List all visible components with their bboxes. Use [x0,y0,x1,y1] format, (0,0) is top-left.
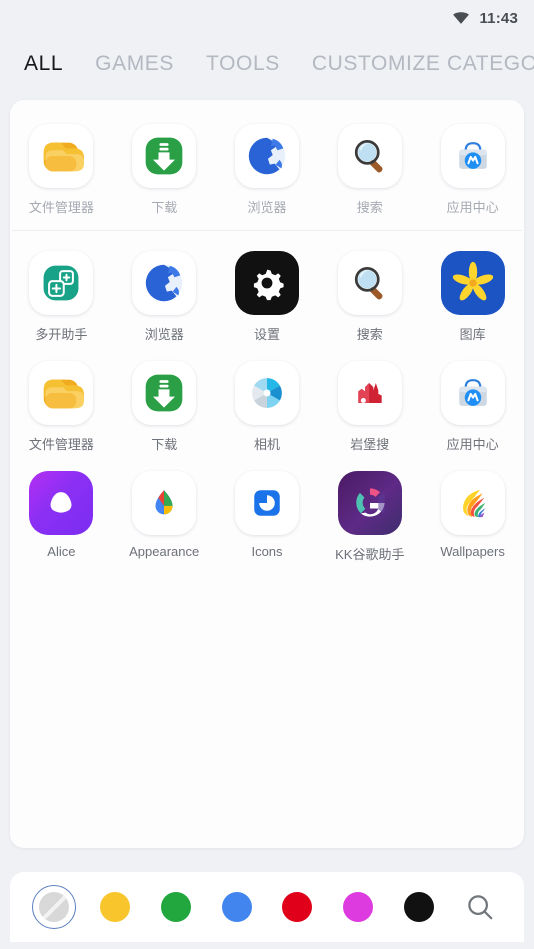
color-swatch-yellow[interactable] [93,885,137,929]
app-label: Alice [47,544,76,559]
app-grid-row: 文件管理器 下载 相机 岩堡搜 应用中心 [10,351,524,461]
tab-games[interactable]: GAMES [95,52,174,76]
color-swatch-red[interactable] [275,885,319,929]
blue-color-indicator [221,892,252,922]
app-drawer-screen: 11:43 ALL GAMES TOOLS CUSTOMIZE CATEGO 文… [0,0,534,949]
app-item-icons[interactable]: Icons [216,461,319,571]
app-label: 文件管理器 [28,200,94,215]
folder-icon [29,124,94,188]
app-grid-row: 多开助手 浏览器 设置 搜索 图库 [10,241,524,351]
app-label: 文件管理器 [28,437,94,452]
app-label: 下载 [151,437,178,452]
app-item-browser-recent[interactable]: 浏览器 [216,114,319,224]
appearance-droplet-icon [132,471,197,535]
castle-icon [337,361,402,425]
app-label: Icons [251,544,283,559]
appstore-bag-icon [440,124,505,188]
magenta-color-indicator [343,892,374,922]
recent-apps-row: 文件管理器 下载 浏览器 搜索 应用中心 [10,100,524,230]
icons-pack-icon [234,471,299,535]
app-label: Appearance [129,544,200,559]
color-swatch-blue[interactable] [215,885,259,929]
tab-tools[interactable]: TOOLS [206,52,280,76]
app-item-search-recent[interactable]: 搜索 [318,114,421,224]
tab-customize-categories[interactable]: CUSTOMIZE CATEGO [312,52,534,76]
status-bar-clock: 11:43 [479,9,518,27]
app-item-download[interactable]: 下载 [113,351,216,461]
app-item-app-center-recent[interactable]: 应用中心 [421,114,524,224]
app-item-download-recent[interactable]: 下载 [113,114,216,224]
app-item-camera[interactable]: 相机 [216,351,319,461]
app-item-gallery[interactable]: 图库 [421,241,524,351]
app-item-yanbaosou[interactable]: 岩堡搜 [318,351,421,461]
tab-all[interactable]: ALL [24,52,63,76]
app-item-alice[interactable]: Alice [10,461,113,571]
black-color-indicator [403,892,434,922]
download-icon [132,124,197,188]
app-label: 多开助手 [35,327,88,342]
app-item-search[interactable]: 搜索 [318,241,421,351]
app-item-appearance[interactable]: Appearance [113,461,216,571]
app-label: 图库 [459,327,486,342]
app-item-file-manager[interactable]: 文件管理器 [10,351,113,461]
app-label: 相机 [253,437,280,452]
app-item-file-manager-recent[interactable]: 文件管理器 [10,114,113,224]
app-item-settings[interactable]: 设置 [216,241,319,351]
app-grid: 多开助手 浏览器 设置 搜索 图库 文件管理器 下载 相机 岩堡搜 应用中心 A… [10,231,524,571]
color-filter-bar [10,872,524,942]
globe-icon [132,251,197,315]
app-item-wallpapers[interactable]: Wallpapers [421,461,524,571]
app-item-kk-google-helper[interactable]: KK谷歌助手 [318,461,421,571]
gallery-flower-icon [440,251,505,315]
green-color-indicator [160,892,191,922]
wifi-icon [451,8,471,28]
app-label: 设置 [253,327,280,342]
appstore-bag-icon [440,361,505,425]
color-swatch-magenta[interactable] [336,885,380,929]
app-label: 浏览器 [247,200,287,215]
magnifier-icon [337,251,402,315]
alice-icon [29,471,94,535]
multi-window-icon [29,251,94,315]
app-label: 搜索 [356,200,383,215]
color-swatch-black[interactable] [397,885,441,929]
search-icon[interactable] [458,885,502,929]
app-label: Wallpapers [440,544,505,559]
wallpapers-icon [440,471,505,535]
camera-shutter-icon [234,361,299,425]
app-item-app-center[interactable]: 应用中心 [421,351,524,461]
app-label: 搜索 [356,327,383,342]
globe-icon [234,124,299,188]
status-bar: 11:43 [0,0,534,36]
google-g-icon [337,471,402,535]
yellow-color-indicator [100,892,131,922]
download-icon [132,361,197,425]
red-color-indicator [282,892,313,922]
app-label: KK谷歌助手 [335,547,405,562]
magnifier-icon [337,124,402,188]
color-swatch-none[interactable] [32,885,77,929]
app-label: 岩堡搜 [350,437,390,452]
app-list-card: 文件管理器 下载 浏览器 搜索 应用中心 多开助手 浏览器 设置 搜索 图库 文… [10,100,524,848]
folder-icon [29,361,94,425]
app-grid-row: Alice Appearance Icons KK谷歌助手 Wallpapers [10,461,524,571]
color-swatch-green[interactable] [154,885,198,929]
none-color-indicator [39,892,70,922]
app-label: 应用中心 [446,200,499,215]
app-label: 应用中心 [446,437,499,452]
app-label: 下载 [151,200,178,215]
app-item-browser[interactable]: 浏览器 [113,241,216,351]
gear-icon [234,251,299,315]
category-tab-bar: ALL GAMES TOOLS CUSTOMIZE CATEGO [0,36,534,92]
app-label: 浏览器 [144,327,184,342]
app-item-multi-window[interactable]: 多开助手 [10,241,113,351]
